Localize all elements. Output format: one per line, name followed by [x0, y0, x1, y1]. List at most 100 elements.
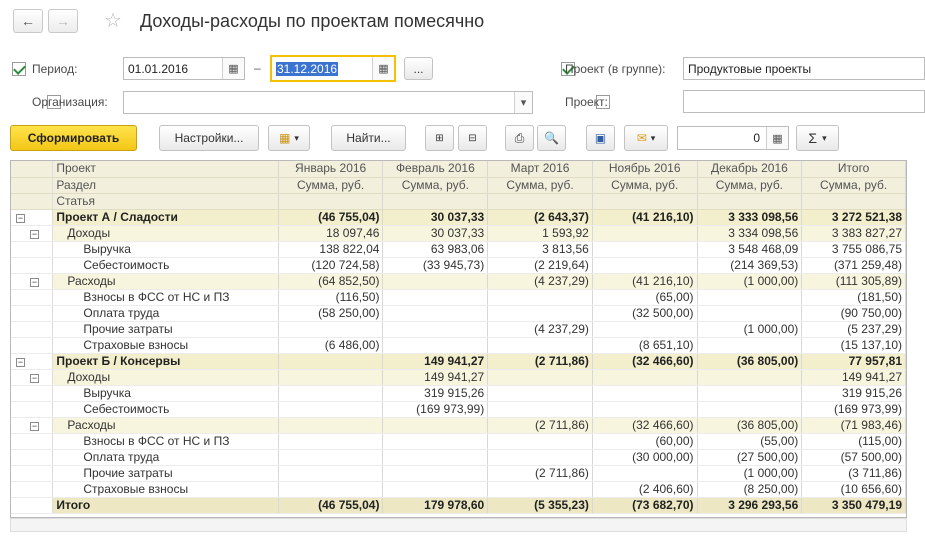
amount-cell[interactable]: [382, 449, 489, 466]
amount-cell[interactable]: [592, 225, 698, 242]
amount-cell[interactable]: (60,00): [592, 433, 698, 450]
amount-cell[interactable]: 63 983,06: [382, 241, 489, 258]
amount-cell[interactable]: 18 097,46: [278, 225, 384, 242]
row-label-cell[interactable]: Доходы: [52, 369, 279, 386]
amount-cell[interactable]: [278, 449, 384, 466]
amount-cell[interactable]: [487, 337, 593, 354]
section-row[interactable]: − Расходы (2 711,86) (32 466,60) (36 805,00)…: [11, 417, 906, 434]
amount-cell[interactable]: [592, 369, 698, 386]
collapse-toggle-icon[interactable]: −: [16, 357, 25, 367]
amount-cell[interactable]: 3 333 098,56: [697, 209, 803, 226]
amount-cell[interactable]: (33 945,73): [382, 257, 489, 274]
amount-cell[interactable]: (3 711,86): [801, 465, 906, 482]
collapse-groups-button[interactable]: ⊞: [425, 125, 454, 151]
amount-cell[interactable]: 30 037,33: [382, 209, 489, 226]
amount-cell[interactable]: (65,00): [592, 289, 698, 306]
amount-cell[interactable]: [382, 273, 489, 290]
amount-cell[interactable]: (32 500,00): [592, 305, 698, 322]
find-button[interactable]: Найти...: [331, 125, 406, 151]
period-checkbox[interactable]: [12, 62, 26, 76]
row-label-cell[interactable]: Оплата труда: [52, 305, 279, 322]
expand-groups-button[interactable]: ⊟: [458, 125, 487, 151]
amount-cell[interactable]: 149 941,27: [382, 369, 489, 386]
amount-cell[interactable]: [382, 337, 489, 354]
row-label-cell[interactable]: Страховые взносы: [52, 337, 279, 354]
amount-cell[interactable]: 3 350 479,19: [801, 496, 906, 514]
collapse-toggle-icon[interactable]: −: [30, 373, 39, 383]
amount-cell[interactable]: [487, 449, 593, 466]
amount-cell[interactable]: 3 272 521,38: [801, 209, 906, 226]
row-label-cell[interactable]: Расходы: [52, 417, 279, 434]
section-row[interactable]: − Расходы (64 852,50) (4 237,29) (41 216,10)…: [11, 273, 906, 290]
amount-cell[interactable]: [382, 305, 489, 322]
amount-cell[interactable]: (111 305,89): [801, 273, 906, 290]
print-preview-button[interactable]: 🔍: [537, 125, 566, 151]
row-label-cell[interactable]: Проект Б / Консервы: [52, 353, 279, 370]
amount-cell[interactable]: [697, 337, 803, 354]
amount-cell[interactable]: (371 259,48): [801, 257, 906, 274]
amount-cell[interactable]: 3 296 293,56: [697, 496, 803, 514]
amount-cell[interactable]: 319 915,26: [801, 385, 906, 402]
amount-cell[interactable]: 1 593,92: [487, 225, 593, 242]
project-row[interactable]: − Проект Б / Консервы 149 941,27 (2 711,86)…: [11, 353, 906, 370]
period-select-button[interactable]: ...: [404, 57, 433, 80]
amount-cell[interactable]: [278, 465, 384, 482]
calendar-icon[interactable]: ▦: [222, 58, 244, 79]
amount-cell[interactable]: [382, 321, 489, 338]
section-row[interactable]: − Доходы 149 941,27 149 941,27: [11, 369, 906, 386]
amount-cell[interactable]: [278, 481, 384, 498]
amount-cell[interactable]: (46 755,04): [278, 209, 384, 226]
amount-cell[interactable]: (1 000,00): [697, 321, 803, 338]
sum-field[interactable]: 0 ▦: [677, 126, 789, 150]
amount-cell[interactable]: (116,50): [278, 289, 384, 306]
amount-cell[interactable]: [697, 401, 803, 418]
generate-button[interactable]: Сформировать: [10, 125, 137, 151]
amount-cell[interactable]: (6 486,00): [278, 337, 384, 354]
amount-cell[interactable]: (8 250,00): [697, 481, 803, 498]
amount-cell[interactable]: [592, 385, 698, 402]
article-row[interactable]: Выручка 138 822,04 63 983,06 3 813,56 3 548 …: [11, 241, 906, 258]
amount-cell[interactable]: (1 000,00): [697, 465, 803, 482]
row-label-cell[interactable]: Страховые взносы: [52, 481, 279, 498]
project-row[interactable]: − Проект А / Сладости (46 755,04) 30 037,33…: [11, 209, 906, 226]
amount-cell[interactable]: (5 355,23): [487, 496, 593, 514]
amount-cell[interactable]: 3 755 086,75: [801, 241, 906, 258]
article-row[interactable]: Оплата труда (30 000,00) (27 500,00) (57 50…: [11, 449, 906, 466]
save-button[interactable]: ▣: [586, 125, 615, 151]
amount-cell[interactable]: 3 813,56: [487, 241, 593, 258]
amount-cell[interactable]: (27 500,00): [697, 449, 803, 466]
article-row[interactable]: Выручка 319 915,26 319 915,26: [11, 385, 906, 402]
article-row[interactable]: Прочие затраты (2 711,86) (1 000,00) (3 711…: [11, 465, 906, 482]
row-label-cell[interactable]: Выручка: [52, 385, 279, 402]
amount-cell[interactable]: (169 973,99): [382, 401, 489, 418]
collapse-toggle-icon[interactable]: −: [16, 213, 25, 223]
collapse-toggle-icon[interactable]: −: [30, 277, 39, 287]
amount-cell[interactable]: [697, 305, 803, 322]
send-mail-button[interactable]: ✉ ▾: [624, 125, 668, 151]
amount-cell[interactable]: 179 978,60: [382, 496, 489, 514]
row-label-cell[interactable]: Взносы в ФСС от НС и ПЗ: [52, 433, 279, 450]
article-row[interactable]: Взносы в ФСС от НС и ПЗ (60,00) (55,00) (11…: [11, 433, 906, 450]
amount-cell[interactable]: (181,50): [801, 289, 906, 306]
amount-cell[interactable]: (115,00): [801, 433, 906, 450]
amount-cell[interactable]: [278, 417, 384, 434]
amount-cell[interactable]: [487, 369, 593, 386]
amount-cell[interactable]: (32 466,60): [592, 417, 698, 434]
amount-cell[interactable]: [382, 417, 489, 434]
period-to-field[interactable]: 31.12.2016 ▦: [270, 55, 396, 82]
row-label-cell[interactable]: Себестоимость: [52, 401, 279, 418]
amount-cell[interactable]: 138 822,04: [278, 241, 384, 258]
amount-cell[interactable]: (57 500,00): [801, 449, 906, 466]
amount-cell[interactable]: (2 406,60): [592, 481, 698, 498]
amount-cell[interactable]: (4 237,29): [487, 273, 593, 290]
amount-cell[interactable]: (30 000,00): [592, 449, 698, 466]
amount-cell[interactable]: [278, 433, 384, 450]
collapse-toggle-icon[interactable]: −: [30, 421, 39, 431]
amount-cell[interactable]: [487, 305, 593, 322]
amount-cell[interactable]: 3 334 098,56: [697, 225, 803, 242]
amount-cell[interactable]: (2 711,86): [487, 465, 593, 482]
amount-cell[interactable]: [487, 385, 593, 402]
variants-button[interactable]: ▦ ▾: [268, 125, 310, 151]
amount-cell[interactable]: [382, 481, 489, 498]
article-row[interactable]: Страховые взносы (6 486,00) (8 651,10) (15 …: [11, 337, 906, 354]
